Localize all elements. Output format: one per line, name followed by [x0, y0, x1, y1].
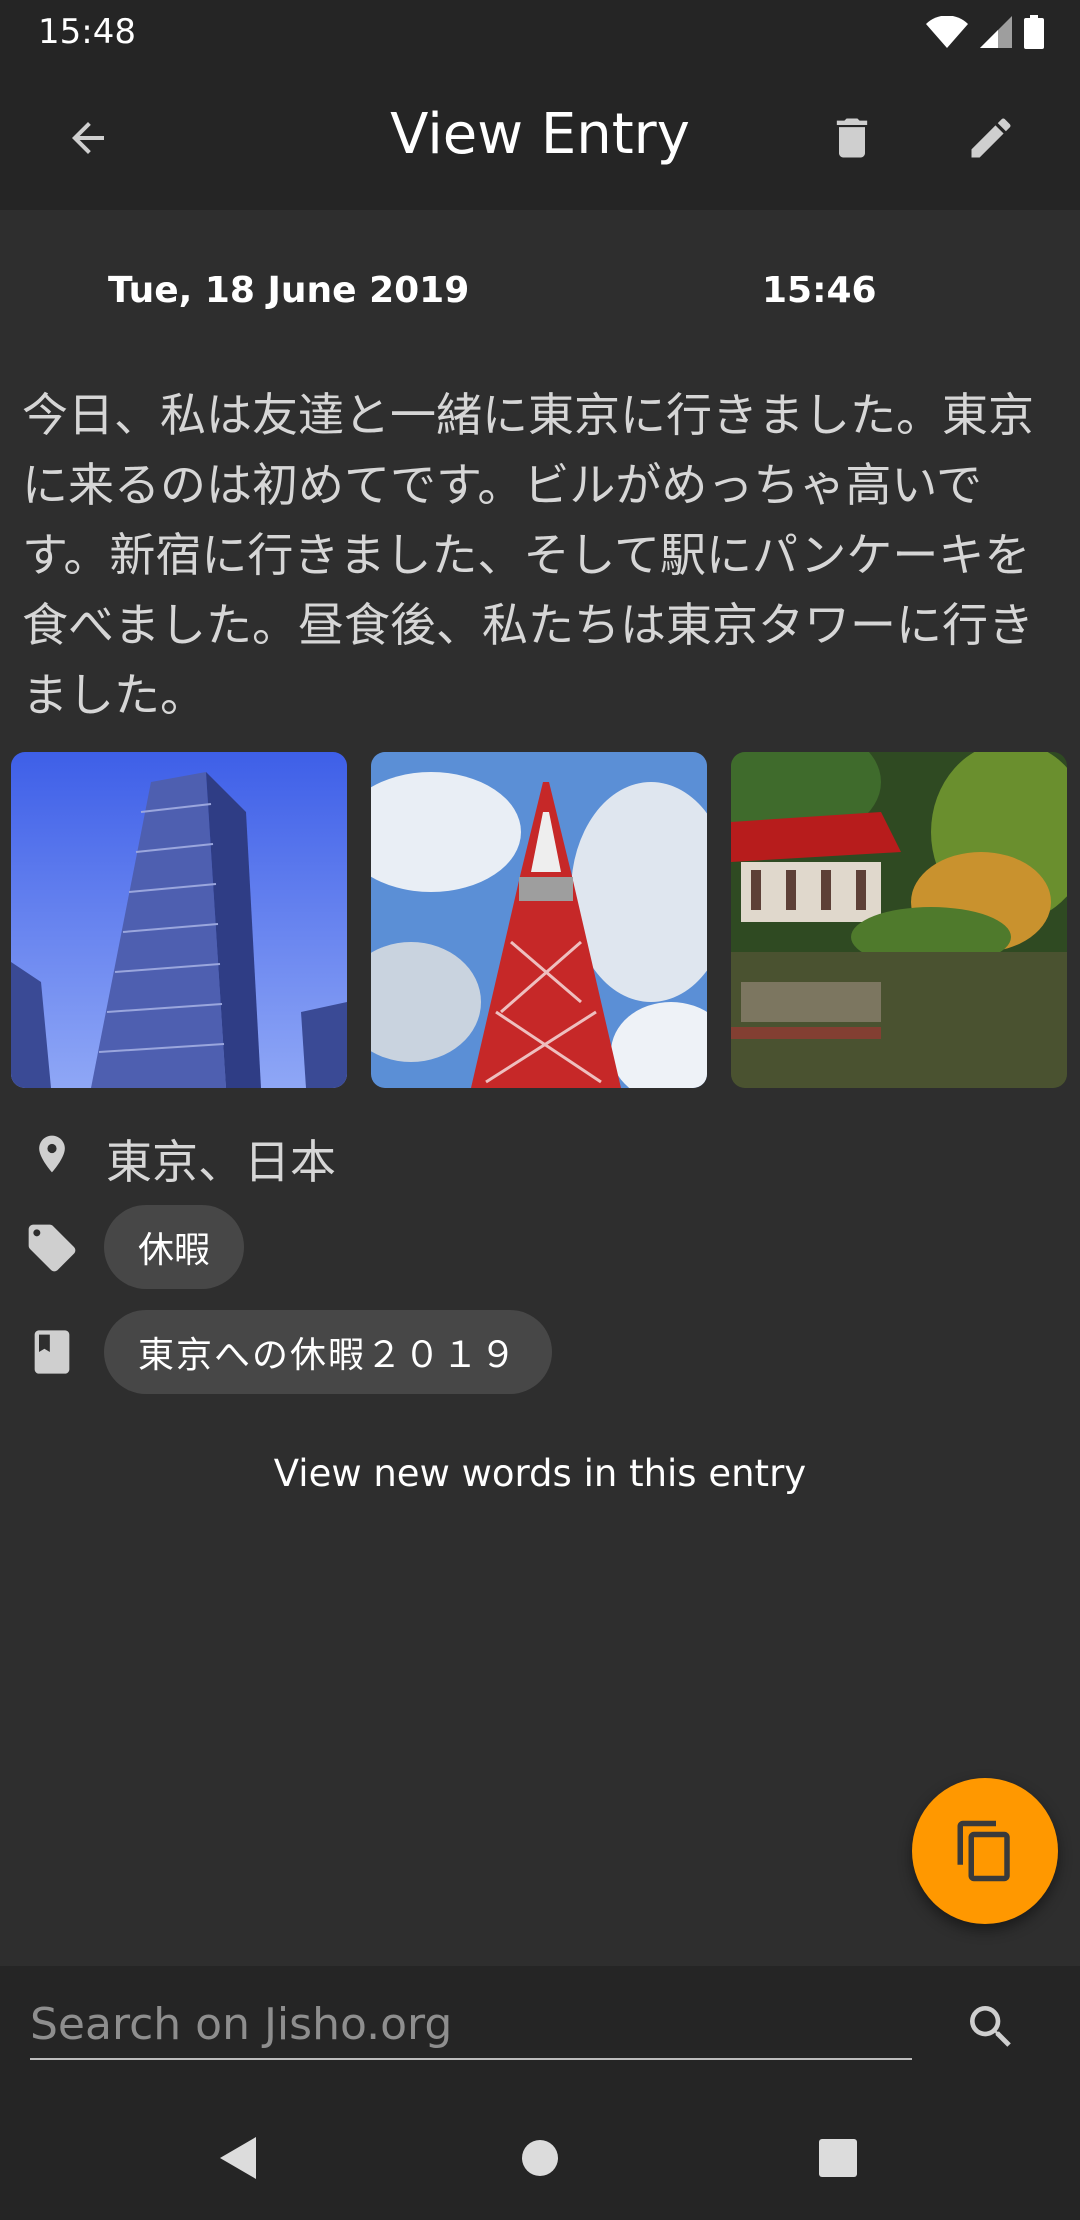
entry-date[interactable]: Tue, 18 June 2019 [108, 270, 469, 311]
tag-icon [22, 1218, 82, 1278]
view-new-words-button[interactable]: View new words in this entry [0, 1452, 1080, 1495]
location-text: 東京、日本 [106, 1135, 336, 1189]
search-button[interactable] [958, 1994, 1024, 2060]
notebook-icon [22, 1322, 82, 1382]
search-icon [970, 2006, 1011, 2047]
nav-recents-button[interactable] [806, 2126, 870, 2190]
app-bar: View Entry [0, 64, 1080, 210]
entry-body-text: 今日、私は友達と一緒に東京に行きました。東京に来るのは初めてです。ビルがめっちゃ… [22, 388, 1034, 722]
trash-icon [836, 118, 868, 158]
battery-icon [1024, 15, 1044, 49]
copy-icon [957, 1820, 1010, 1882]
delete-button[interactable] [816, 102, 888, 174]
notebook-chip[interactable]: 東京への休暇２０１９ [104, 1310, 553, 1394]
wifi-icon [926, 16, 968, 48]
copy-fab-button[interactable] [912, 1778, 1058, 1924]
nav-home-button[interactable] [508, 2126, 572, 2190]
status-time: 15:48 [38, 12, 136, 52]
page-title: View Entry [390, 102, 690, 167]
status-bar: 15:48 [0, 0, 1080, 64]
search-input[interactable] [30, 1990, 912, 2060]
nav-back-button[interactable] [206, 2126, 270, 2190]
photo-tokyo-tower[interactable] [371, 752, 707, 1088]
signal-icon [980, 16, 1012, 48]
entry-time[interactable]: 15:46 [762, 270, 877, 311]
square-recents-icon [819, 2139, 857, 2177]
status-icons [926, 14, 1044, 50]
photo-skyscraper[interactable] [11, 752, 347, 1088]
system-nav-bar [0, 2096, 1080, 2220]
tag-chip[interactable]: 休暇 [104, 1205, 245, 1289]
search-bar [0, 1966, 1080, 2096]
location-pin-icon [22, 1124, 82, 1184]
edit-button[interactable] [955, 102, 1027, 174]
photo-pavilion-garden[interactable] [731, 752, 1067, 1088]
circle-home-icon [522, 2140, 558, 2176]
triangle-back-icon [220, 2137, 256, 2179]
pencil-icon [971, 118, 1011, 158]
